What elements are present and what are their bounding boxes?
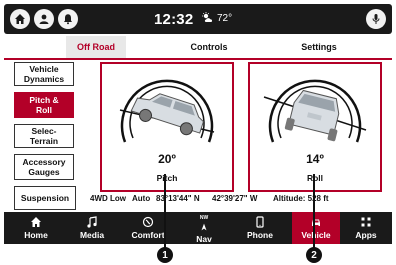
roll-gauge-panel: 14º Roll [248, 62, 382, 192]
callout-1: 1 [157, 247, 173, 263]
microphone-icon [372, 14, 380, 24]
bell-icon [64, 14, 72, 25]
bottom-nav: Home Media Comfort NW Nav Phone Vehicle … [4, 212, 392, 244]
tab-controls[interactable]: Controls [179, 36, 239, 58]
weather: 72° [201, 12, 232, 24]
phone-icon [256, 216, 264, 228]
sun-cloud-icon [202, 12, 213, 22]
nav-phone[interactable]: Phone [236, 212, 284, 244]
home-button[interactable] [10, 9, 30, 29]
sidebar-item-suspension[interactable]: Suspension [14, 186, 76, 210]
callout-2: 2 [306, 247, 322, 263]
sidebar-item-pitch-roll[interactable]: Pitch & Roll [14, 92, 74, 118]
suv-rear-icon [284, 89, 340, 142]
nav-comfort-label: Comfort [131, 230, 165, 240]
sidebar-item-accessory-gauges[interactable]: Accessory Gauges [14, 154, 74, 180]
voice-button[interactable] [366, 9, 386, 29]
nav-navigation[interactable]: NW Nav [180, 212, 228, 244]
clock: 12:32 [154, 11, 194, 28]
nav-media-label: Media [79, 230, 105, 240]
pitch-gauge-panel: 20º Pitch [100, 62, 234, 192]
transfer-mode: Auto [132, 194, 151, 203]
nav-navigation-label: Nav [196, 234, 212, 244]
sidebar-item-selec-terrain[interactable]: Selec-Terrain [14, 124, 74, 148]
drive-mode: 4WD Low [90, 194, 126, 203]
comfort-icon [142, 216, 154, 228]
suv-side-icon [130, 93, 204, 136]
tab-settings[interactable]: Settings [289, 36, 349, 58]
tab-bar: Off Road Controls Settings [4, 36, 392, 60]
nav-home[interactable]: Home [12, 212, 60, 244]
nav-phone-label: Phone [247, 230, 273, 240]
roll-angle-value: 14º [306, 152, 324, 166]
tab-off-road[interactable]: Off Road [66, 36, 126, 58]
pitch-angle-value: 20º [158, 152, 176, 166]
roll-label: Roll [306, 173, 324, 183]
callout-1-leader [164, 174, 166, 248]
music-icon [87, 216, 97, 228]
apps-icon [361, 217, 371, 227]
longitude: 42°39'27" W [212, 194, 258, 203]
status-bar: 12:32 72° [4, 4, 392, 34]
nav-apps-label: Apps [355, 230, 377, 240]
pitch-label: Pitch [156, 173, 178, 183]
user-icon [39, 14, 49, 24]
notifications-button[interactable] [58, 9, 78, 29]
compass-heading: NW [199, 215, 209, 221]
nav-media[interactable]: Media [68, 212, 116, 244]
nav-apps[interactable]: Apps [342, 212, 390, 244]
user-button[interactable] [34, 9, 54, 29]
roll-gauge [263, 79, 367, 143]
temperature: 72° [217, 12, 233, 24]
home-icon [31, 217, 41, 227]
callout-2-leader [313, 174, 315, 248]
sidebar-item-vehicle-dynamics[interactable]: Vehicle Dynamics [14, 62, 74, 86]
nav-home-label: Home [24, 230, 48, 240]
nav-vehicle-label: Vehicle [301, 230, 331, 240]
nav-vehicle[interactable]: Vehicle [292, 212, 340, 244]
info-row: 4WD Low Auto 83°13'44" N 42°39'27" W Alt… [84, 194, 392, 208]
compass-icon [201, 223, 207, 231]
pitch-gauge [119, 79, 215, 143]
home-icon [15, 14, 25, 24]
car-icon [312, 219, 320, 226]
altitude: Altitude: 528 ft [273, 194, 329, 203]
latitude: 83°13'44" N [156, 194, 200, 203]
